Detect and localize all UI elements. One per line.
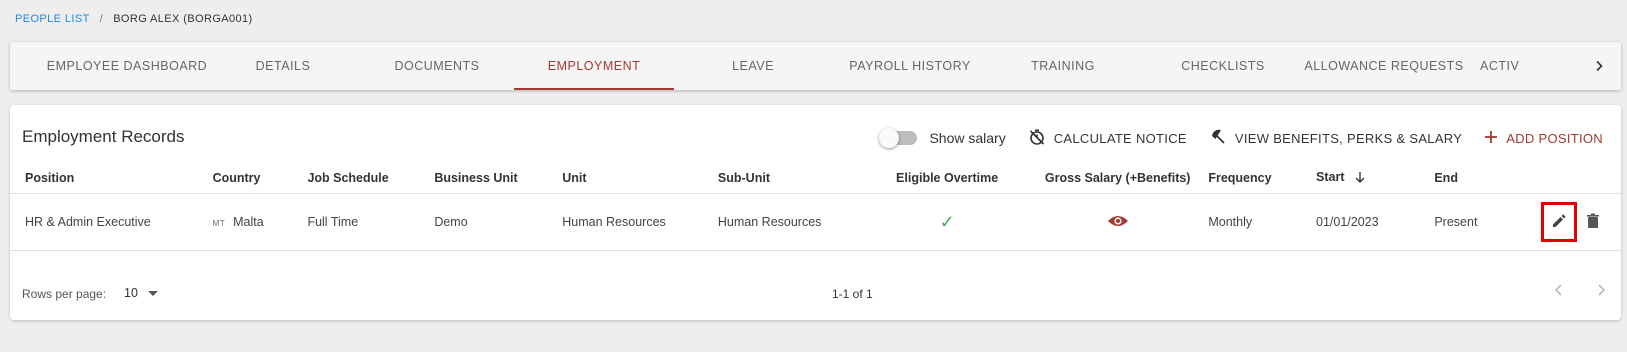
cell-delete <box>1585 193 1621 251</box>
tab-bar: EMPLOYEE DASHBOARD DETAILS DOCUMENTS EMP… <box>10 42 1621 90</box>
tab-activity[interactable]: ACTIV <box>1480 42 1538 90</box>
tab-leave[interactable]: LEAVE <box>673 42 833 90</box>
cell-eligible-overtime: ✓ <box>867 193 1028 251</box>
card-actions: Show salary CALCULATE NOTICE VIEW BENEFI… <box>879 123 1603 153</box>
breadcrumb-current: BORG ALEX (BORGA001) <box>113 13 253 25</box>
card-title: Employment Records <box>22 127 185 146</box>
view-benefits-button[interactable]: VIEW BENEFITS, PERKS & SALARY <box>1209 128 1462 149</box>
rows-per-page-select[interactable]: 10 <box>124 286 158 300</box>
column-header-sub-unit[interactable]: Sub-Unit <box>717 163 868 194</box>
toggle-knob <box>879 128 900 148</box>
tab-employment[interactable]: EMPLOYMENT <box>514 42 674 90</box>
table-row: HR & Admin Executive MT Malta Full Time D… <box>10 193 1621 251</box>
chevron-right-icon[interactable] <box>1587 42 1611 90</box>
eye-icon[interactable] <box>1107 214 1129 228</box>
tab-checklists[interactable]: CHECKLISTS <box>1143 42 1303 90</box>
delete-button[interactable] <box>1586 213 1600 232</box>
column-header-frequency[interactable]: Frequency <box>1208 163 1316 194</box>
pencil-icon <box>1551 213 1567 232</box>
trash-icon <box>1586 213 1600 232</box>
cell-unit: Human Resources <box>562 193 718 251</box>
column-header-position[interactable]: Position <box>10 163 213 194</box>
tab-employee-dashboard[interactable]: EMPLOYEE DASHBOARD <box>47 42 207 90</box>
breadcrumb-people-list-link[interactable]: PEOPLE LIST <box>15 13 90 25</box>
show-salary-label: Show salary <box>929 130 1006 146</box>
cell-start: 01/01/2023 <box>1316 193 1435 251</box>
column-header-unit[interactable]: Unit <box>562 163 718 194</box>
timer-off-icon <box>1028 128 1046 149</box>
column-header-edit <box>1540 163 1586 194</box>
tab-allowance-requests[interactable]: ALLOWANCE REQUESTS <box>1304 42 1464 90</box>
add-position-button[interactable]: ADD POSITION <box>1484 130 1603 147</box>
breadcrumb-separator: / <box>99 13 104 25</box>
calculate-notice-label: CALCULATE NOTICE <box>1053 130 1187 146</box>
cell-frequency: Monthly <box>1208 193 1316 251</box>
edit-button[interactable] <box>1540 202 1577 242</box>
cell-edit <box>1540 193 1586 251</box>
cell-gross-salary <box>1027 193 1209 251</box>
plus-icon <box>1484 130 1498 147</box>
check-icon: ✓ <box>939 211 955 232</box>
column-header-end[interactable]: End <box>1434 163 1541 194</box>
column-header-gross-salary[interactable]: Gross Salary (+Benefits) <box>1027 163 1209 194</box>
tab-training[interactable]: TRAINING <box>983 42 1143 90</box>
column-header-country[interactable]: Country <box>212 163 308 194</box>
beach-umbrella-icon <box>1209 128 1227 149</box>
employment-records-card: Employment Records Show salary CALCULATE… <box>10 105 1621 320</box>
tab-payroll-history[interactable]: PAYROLL HISTORY <box>830 42 990 90</box>
caret-down-icon <box>147 286 158 300</box>
cell-end: Present <box>1434 193 1541 251</box>
add-position-label: ADD POSITION <box>1506 130 1603 146</box>
column-header-start[interactable]: Start <box>1316 170 1344 184</box>
tab-details[interactable]: DETAILS <box>203 42 363 90</box>
table-footer: Rows per page: 10 1-1 of 1 <box>10 267 1621 319</box>
cell-job-schedule: Full Time <box>307 193 435 251</box>
show-salary-toggle-group: Show salary <box>879 128 1006 148</box>
rows-per-page-value: 10 <box>124 286 138 300</box>
country-flag-code: MT <box>212 219 226 228</box>
cell-country: MT Malta <box>212 193 308 251</box>
column-header-business-unit[interactable]: Business Unit <box>434 163 563 194</box>
column-header-delete <box>1585 163 1621 194</box>
country-name: Malta <box>233 215 264 229</box>
chevron-left-icon[interactable] <box>1553 283 1565 300</box>
cell-business-unit: Demo <box>434 193 563 251</box>
column-header-job-schedule[interactable]: Job Schedule <box>307 163 435 194</box>
arrow-down-icon[interactable] <box>1354 171 1366 186</box>
show-salary-toggle[interactable] <box>879 128 918 148</box>
calculate-notice-button[interactable]: CALCULATE NOTICE <box>1028 128 1187 149</box>
cell-position: HR & Admin Executive <box>10 193 213 251</box>
cell-sub-unit: Human Resources <box>717 193 868 251</box>
view-benefits-label: VIEW BENEFITS, PERKS & SALARY <box>1234 130 1463 146</box>
tab-documents[interactable]: DOCUMENTS <box>357 42 517 90</box>
chevron-right-icon[interactable] <box>1595 283 1607 300</box>
employment-table: Position Country Job Schedule Business U… <box>10 163 1621 251</box>
pagination-range: 1-1 of 1 <box>832 287 873 301</box>
rows-per-page-label: Rows per page: <box>22 287 107 301</box>
breadcrumb: PEOPLE LIST / BORG ALEX (BORGA001) <box>15 13 253 25</box>
table-header-row: Position Country Job Schedule Business U… <box>10 163 1621 194</box>
column-header-eligible-overtime[interactable]: Eligible Overtime <box>867 163 1028 194</box>
column-header-start-group: Start <box>1316 163 1435 194</box>
